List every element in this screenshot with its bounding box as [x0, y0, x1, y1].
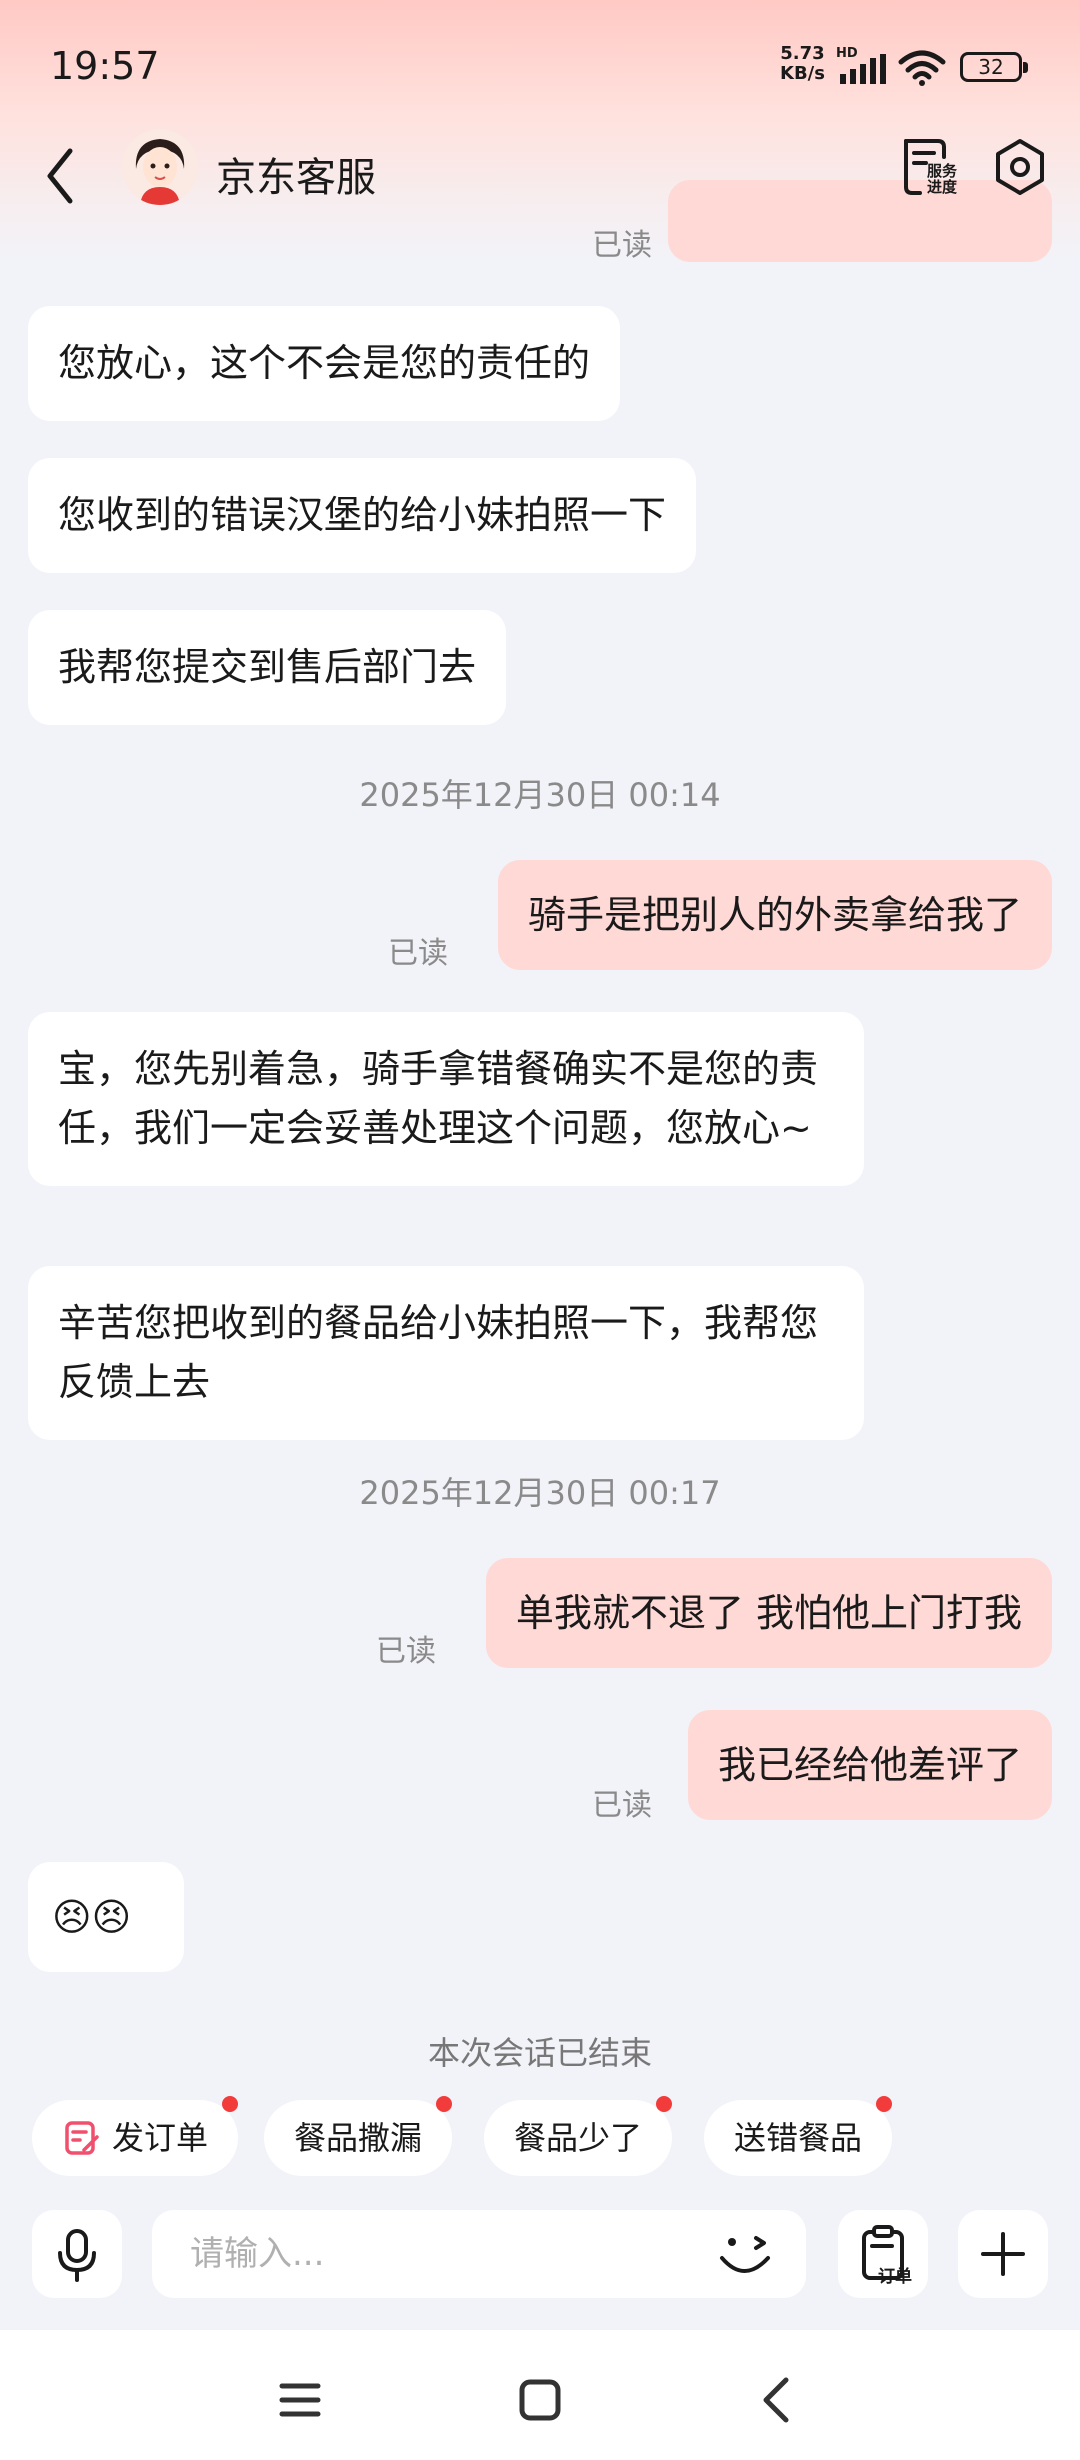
- microphone-icon: [58, 2229, 96, 2282]
- chat-title: 京东客服: [216, 155, 376, 201]
- read-status: 已读: [388, 936, 448, 971]
- network-speed-value: 5.73: [780, 43, 825, 64]
- quick-action-spilled[interactable]: 餐品撒漏: [264, 2096, 453, 2176]
- message-bubble-emoji[interactable]: 😣😣: [28, 1862, 184, 1972]
- quick-action-label: 餐品撒漏: [294, 2119, 423, 2157]
- status-bar: 19:57 5.73 KB/s HD 32: [0, 0, 1080, 130]
- system-navigation-bar: [0, 2330, 1080, 2460]
- quick-action-wrong-items[interactable]: 送错餐品: [704, 2096, 893, 2176]
- notification-dot: [876, 2096, 893, 2112]
- avatar[interactable]: [122, 129, 198, 205]
- menu-icon[interactable]: [270, 2370, 330, 2430]
- service-progress-label[interactable]: 服务进度: [922, 163, 962, 195]
- home-square-icon[interactable]: [510, 2370, 570, 2430]
- message-bubble-outgoing[interactable]: 我已经给他差评了: [687, 1710, 1052, 1820]
- message-bubble-incoming[interactable]: 宝，您先别着急，骑手拿错餐确实不是您的责任，我们一定会妥善处理这个问题，您放心~: [28, 1012, 864, 1186]
- message-input[interactable]: [152, 2210, 806, 2298]
- timestamp: 2025年12月30日 00:17: [359, 1474, 721, 1512]
- session-ended-notice: 本次会话已结束: [427, 2034, 652, 2072]
- quick-action-send-order[interactable]: 发订单: [32, 2096, 239, 2176]
- order-button-label[interactable]: 订单: [878, 2262, 912, 2287]
- composer: 订单: [0, 2210, 1080, 2300]
- signal-icon: [840, 54, 886, 84]
- back-nav-icon[interactable]: [748, 2370, 808, 2430]
- settings-hexagon-icon[interactable]: [992, 137, 1048, 197]
- notification-dot: [436, 2096, 453, 2112]
- read-status: 已读: [592, 1788, 652, 1823]
- more-button[interactable]: [958, 2210, 1048, 2298]
- timestamp: 2025年12月30日 00:14: [359, 776, 721, 814]
- message-bubble-incoming[interactable]: 您收到的错误汉堡的给小妹拍照一下: [28, 458, 697, 573]
- quick-action-missing-items[interactable]: 餐品少了: [484, 2096, 673, 2176]
- message-bubble-incoming[interactable]: 您放心，这个不会是您的责任的: [28, 306, 621, 421]
- status-time: 19:57: [50, 44, 160, 88]
- chat-message-list[interactable]: 已读 您放心，这个不会是您的责任的 您收到的错误汉堡的给小妹拍照一下 我帮您提交…: [0, 0, 1080, 2460]
- battery-indicator: 32: [960, 52, 1028, 82]
- voice-button[interactable]: [32, 2210, 122, 2298]
- quick-action-label: 送错餐品: [734, 2119, 863, 2157]
- order-edit-icon: [65, 2121, 99, 2155]
- agent-avatar-icon: [122, 129, 198, 205]
- network-speed-unit: KB/s: [780, 63, 825, 84]
- notification-dot: [222, 2096, 239, 2112]
- chat-header: 京东客服 服务进度: [0, 125, 1080, 235]
- message-bubble-outgoing[interactable]: 单我就不退了 我怕他上门打我: [485, 1558, 1052, 1668]
- back-arrow-icon[interactable]: [38, 141, 88, 211]
- notification-dot: [656, 2096, 673, 2112]
- quick-action-label: 发订单: [112, 2119, 209, 2157]
- plus-icon: [981, 2232, 1025, 2276]
- read-status: 已读: [376, 1634, 436, 1669]
- quick-actions: 发订单 餐品撒漏 餐品少了 送错餐品: [0, 2096, 1080, 2180]
- emoji-icon[interactable]: [716, 2226, 776, 2282]
- message-bubble-outgoing[interactable]: 骑手是把别人的外卖拿给我了: [497, 860, 1052, 970]
- wifi-icon: [898, 50, 946, 86]
- message-bubble-incoming[interactable]: 我帮您提交到售后部门去: [28, 610, 507, 725]
- network-speed: 5.73 KB/s: [780, 44, 825, 84]
- quick-action-label: 餐品少了: [514, 2119, 643, 2157]
- message-bubble-incoming[interactable]: 辛苦您把收到的餐品给小妹拍照一下，我帮您反馈上去: [28, 1266, 864, 1440]
